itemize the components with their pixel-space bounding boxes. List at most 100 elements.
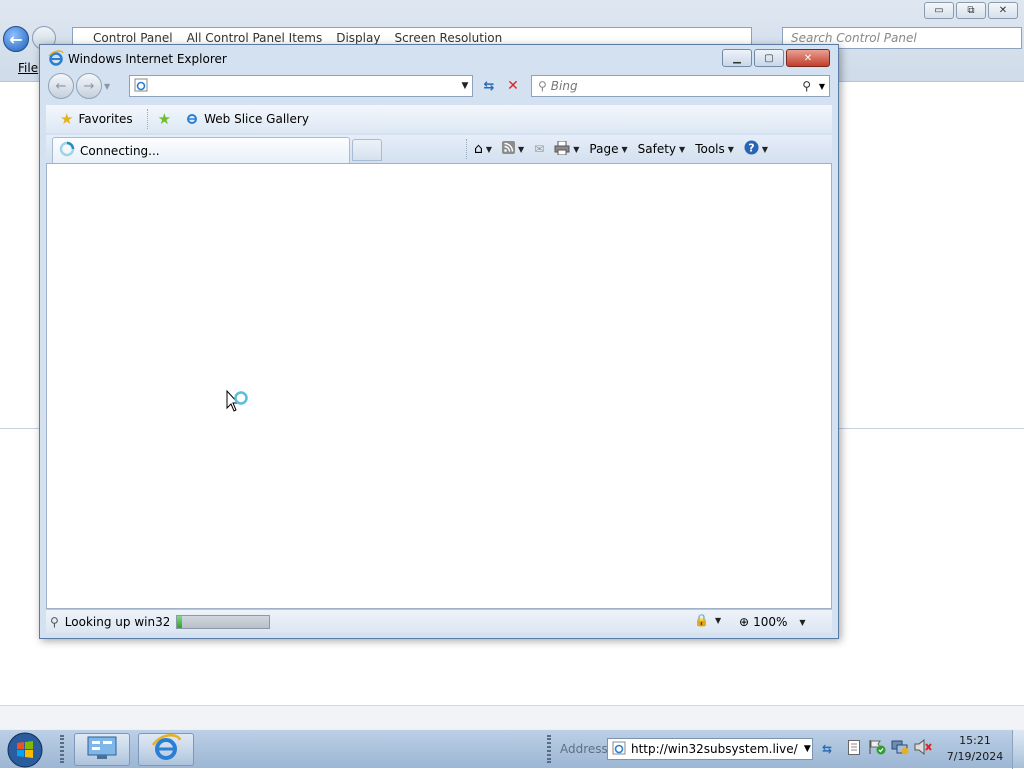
taskbar-internet-explorer[interactable] bbox=[138, 733, 194, 766]
tools-menu-label: Tools bbox=[695, 142, 725, 156]
feeds-button[interactable]: ▼ bbox=[499, 138, 527, 160]
ie-address-bar[interactable]: ▼ bbox=[129, 75, 473, 97]
address-dropdown-icon[interactable]: ▼ bbox=[458, 81, 472, 91]
star-icon: ★ bbox=[60, 110, 74, 128]
ie-maximize-button[interactable]: ▢ bbox=[754, 49, 784, 67]
minimize-icon: ▁ bbox=[733, 52, 741, 64]
close-button[interactable]: ✕ bbox=[988, 2, 1018, 19]
address-dropdown-icon[interactable]: ▼ bbox=[803, 744, 812, 754]
read-mail-button[interactable]: ✉ bbox=[531, 138, 547, 160]
tab-connecting[interactable]: Connecting... bbox=[52, 137, 350, 163]
clock-date: 7/19/2024 bbox=[946, 750, 1004, 763]
progress-bar bbox=[176, 615, 270, 629]
arrow-left-icon: ← bbox=[55, 78, 67, 94]
ie-search-box[interactable]: ⚲ ⚲ ▼ bbox=[531, 75, 830, 97]
help-icon: ? bbox=[744, 140, 759, 158]
page-menu[interactable]: Page ▼ bbox=[586, 138, 630, 160]
back-button[interactable]: ← bbox=[3, 26, 29, 52]
home-icon: ⌂ bbox=[474, 141, 483, 157]
maximize-icon: ▢ bbox=[764, 52, 774, 64]
ie-close-button[interactable]: ✕ bbox=[786, 49, 830, 67]
tools-menu[interactable]: Tools ▼ bbox=[692, 138, 737, 160]
ie-search-input[interactable] bbox=[550, 79, 781, 93]
ie-logo-icon bbox=[151, 734, 182, 765]
ie-minimize-button[interactable]: ▁ bbox=[722, 49, 752, 67]
page-icon bbox=[134, 78, 148, 95]
breadcrumb-screen-resolution[interactable]: Screen Resolution bbox=[394, 31, 502, 45]
ie-forward-button[interactable]: → bbox=[76, 73, 102, 99]
separator bbox=[146, 109, 148, 129]
taskbar-go-button[interactable]: ⇆ bbox=[817, 739, 837, 759]
taskbar-control-panel[interactable] bbox=[74, 733, 130, 766]
help-menu[interactable]: ? ▼ bbox=[741, 138, 771, 160]
add-to-favorites-bar-icon[interactable]: ★ bbox=[158, 110, 171, 128]
ie-nav-buttons: ← → ▼ bbox=[48, 73, 110, 99]
zoom-button[interactable]: ⊕ 100% ▼ bbox=[739, 613, 806, 631]
show-desktop-button[interactable] bbox=[1012, 730, 1024, 769]
toolbar-grip[interactable] bbox=[547, 735, 551, 763]
chevron-down-icon: ▼ bbox=[727, 144, 734, 154]
stop-button[interactable]: ✕ bbox=[502, 75, 524, 97]
protected-mode-button[interactable]: 🔒 ▼ bbox=[694, 613, 721, 627]
loading-spinner-icon bbox=[59, 141, 75, 160]
restore-button[interactable]: ⧉ bbox=[956, 2, 986, 19]
safety-menu[interactable]: Safety ▼ bbox=[635, 138, 689, 160]
search-icon: ⚲ bbox=[50, 614, 59, 629]
menu-file[interactable]: File bbox=[18, 61, 38, 75]
favorites-label: Favorites bbox=[78, 112, 133, 126]
notification-area bbox=[845, 738, 932, 756]
taskbar-address-label: Address bbox=[560, 742, 608, 756]
security-zone-icon: 🔒 bbox=[694, 613, 709, 627]
ie-caption-buttons: ▁ ▢ ✕ bbox=[722, 49, 830, 67]
ie-logo-icon bbox=[48, 49, 64, 69]
page-content-area[interactable] bbox=[46, 163, 832, 609]
ie-back-button[interactable]: ← bbox=[48, 73, 74, 99]
volume-muted-icon[interactable] bbox=[914, 738, 932, 756]
refresh-button[interactable]: ⇆ bbox=[478, 75, 500, 97]
minimize-button[interactable]: ▭ bbox=[924, 2, 954, 19]
tray-document-icon[interactable] bbox=[845, 738, 863, 756]
chevron-down-icon: ▼ bbox=[679, 144, 686, 154]
breadcrumb-all-items[interactable]: All Control Panel Items bbox=[187, 31, 323, 45]
breadcrumb-display[interactable]: Display bbox=[336, 31, 380, 45]
web-slice-gallery-link[interactable]: Web Slice Gallery bbox=[181, 108, 313, 130]
windows-logo-icon bbox=[7, 732, 43, 768]
network-icon[interactable] bbox=[891, 738, 909, 756]
ie-window-title: Windows Internet Explorer bbox=[68, 52, 227, 66]
chevron-down-icon[interactable]: ▼ bbox=[486, 145, 492, 154]
recent-pages-chevron-icon[interactable]: ▼ bbox=[104, 82, 110, 91]
printer-icon bbox=[554, 140, 570, 158]
stop-icon: ✕ bbox=[507, 78, 519, 94]
search-options-chevron-icon[interactable]: ▼ bbox=[815, 82, 829, 91]
favorites-button[interactable]: ★ Favorites bbox=[56, 108, 137, 130]
magnifier-icon: ⊕ bbox=[739, 615, 750, 629]
chevron-down-icon: ▼ bbox=[621, 144, 628, 154]
control-panel-caption-buttons: ▭ ⧉ ✕ bbox=[924, 2, 1018, 19]
rss-icon bbox=[502, 141, 516, 157]
chevron-down-icon[interactable]: ▼ bbox=[518, 145, 524, 154]
new-tab-button[interactable] bbox=[352, 139, 382, 161]
start-button[interactable] bbox=[2, 731, 48, 769]
close-icon: ✕ bbox=[803, 52, 813, 64]
arrow-right-icon: → bbox=[83, 78, 95, 94]
taskbar-clock[interactable]: 15:21 7/19/2024 bbox=[944, 733, 1006, 765]
toolbar-grip[interactable] bbox=[60, 735, 64, 763]
tab-label: Connecting... bbox=[80, 143, 160, 158]
separator bbox=[466, 139, 467, 159]
ie-titlebar: Windows Internet Explorer bbox=[48, 49, 227, 69]
favorites-bar: ★ Favorites ★ Web Slice Gallery bbox=[46, 105, 832, 133]
taskbar: Address http://win32subsystem.live/ ▼ ⇆ … bbox=[0, 729, 1024, 769]
print-button[interactable]: ▼ bbox=[551, 138, 582, 160]
home-button[interactable]: ⌂ ▼ bbox=[471, 138, 495, 160]
search-go-icon[interactable]: ⚲ bbox=[802, 79, 811, 93]
arrow-left-icon: ← bbox=[9, 29, 23, 49]
chevron-down-icon[interactable]: ▼ bbox=[799, 618, 805, 627]
chevron-down-icon[interactable]: ▼ bbox=[573, 145, 579, 154]
control-panel-search-placeholder: Search Control Panel bbox=[791, 31, 917, 45]
page-icon bbox=[612, 741, 626, 758]
internet-explorer-window: Windows Internet Explorer ▁ ▢ ✕ ← → ▼ ▼ … bbox=[39, 44, 839, 639]
safety-menu-label: Safety bbox=[637, 142, 677, 156]
taskbar-address-bar[interactable]: http://win32subsystem.live/ ▼ bbox=[607, 738, 813, 760]
breadcrumb-control-panel[interactable]: Control Panel bbox=[93, 31, 173, 45]
action-center-flag-icon[interactable] bbox=[868, 738, 886, 756]
